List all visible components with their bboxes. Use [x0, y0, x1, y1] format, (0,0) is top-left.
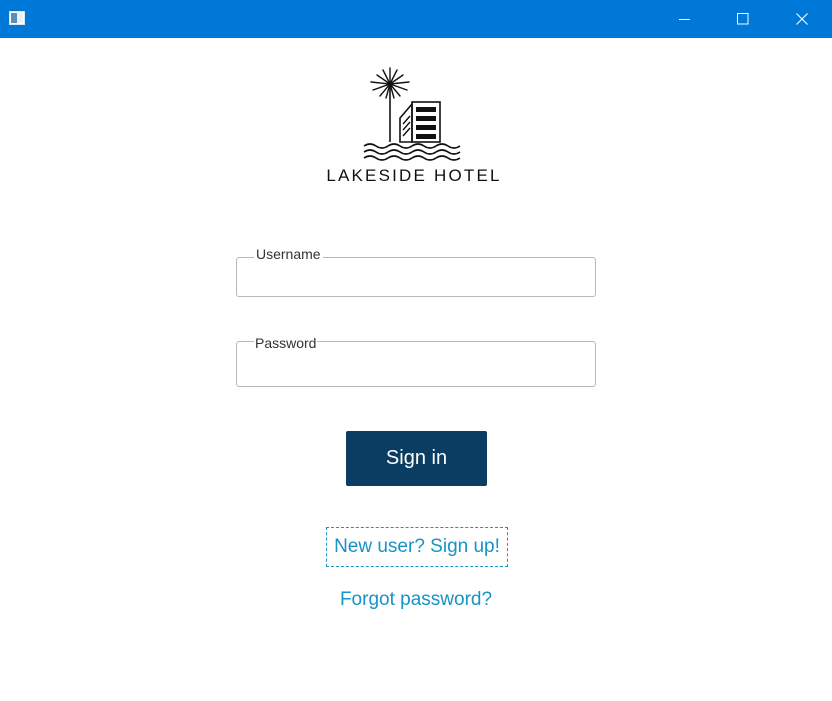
- maximize-icon: [737, 13, 749, 25]
- sign-up-link[interactable]: New user? Sign up!: [326, 527, 508, 567]
- title-bar: [0, 0, 832, 38]
- hotel-logo-icon: [363, 67, 461, 161]
- password-field: Password: [236, 335, 596, 389]
- minimize-button[interactable]: [656, 0, 714, 38]
- hotel-logo: LAKESIDE HOTEL: [316, 64, 516, 194]
- close-icon: [796, 13, 808, 25]
- username-input[interactable]: [244, 266, 588, 290]
- sign-in-button[interactable]: Sign in: [346, 431, 487, 486]
- username-field: Username: [236, 246, 596, 298]
- close-button[interactable]: [772, 0, 832, 38]
- sign-in-label: Sign in: [385, 447, 448, 469]
- sign-up-link-label: New user? Sign up!: [334, 536, 500, 557]
- maximize-button[interactable]: [714, 0, 772, 38]
- forgot-password-link[interactable]: Forgot password?: [316, 584, 516, 616]
- app-icon: [9, 11, 25, 25]
- password-label: Password: [254, 335, 318, 351]
- password-input[interactable]: [244, 355, 588, 381]
- forgot-password-link-label: Forgot password?: [339, 589, 493, 610]
- username-label: Username: [254, 246, 323, 262]
- minimize-icon: [679, 19, 690, 20]
- hotel-name: LAKESIDE HOTEL: [326, 166, 502, 185]
